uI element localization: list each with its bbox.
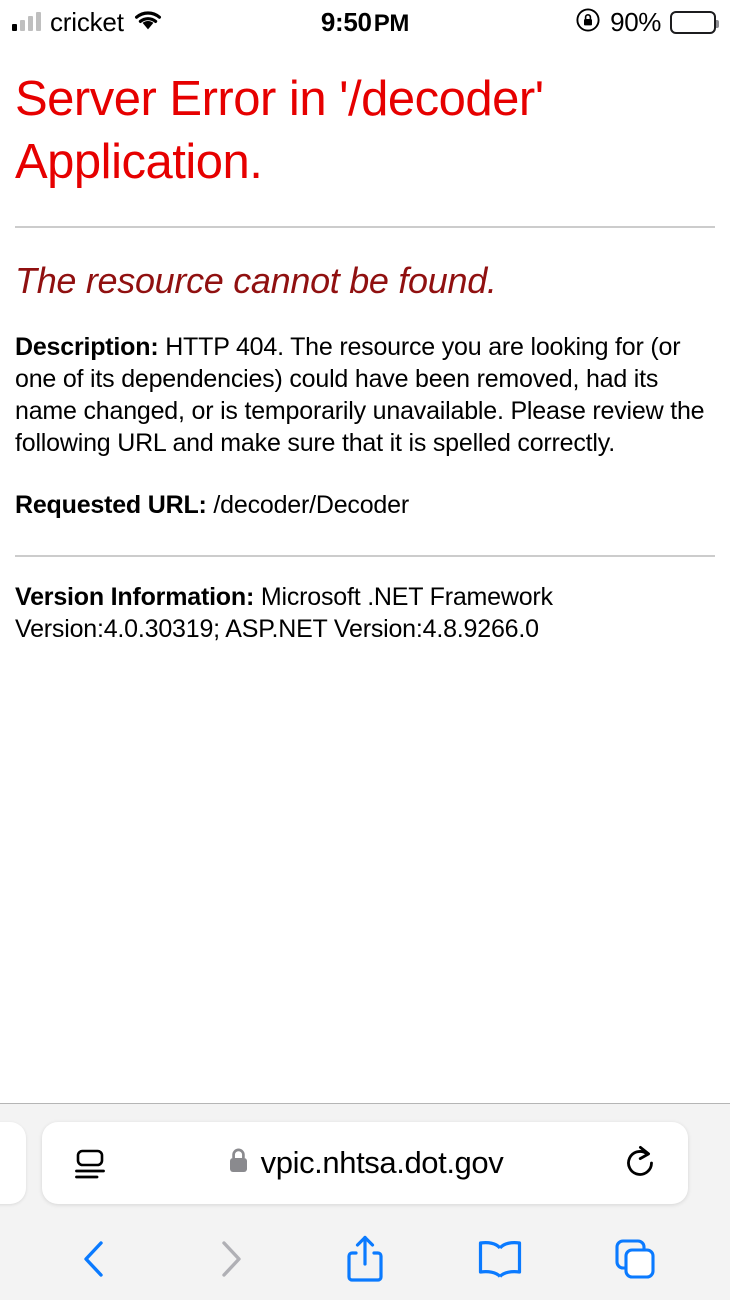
share-icon (343, 1233, 387, 1290)
version-information-label: Version Information: (15, 583, 255, 612)
error-subtitle: The resource cannot be found. (15, 260, 497, 302)
status-bar-left: cricket (0, 7, 250, 38)
forward-button[interactable] (187, 1230, 273, 1292)
iphone-safari-screen: cricket 9:50PM 90% Server Error in '/dec… (0, 0, 730, 1300)
wifi-icon (133, 9, 163, 36)
web-page-content: Server Error in '/decoder' Application. … (0, 44, 730, 1103)
battery-percent-label: 90% (610, 6, 661, 37)
back-button[interactable] (52, 1230, 138, 1292)
tabs-icon (612, 1236, 658, 1287)
description-label: Description: (15, 333, 159, 362)
share-button[interactable] (322, 1230, 408, 1292)
bookmarks-button[interactable] (457, 1230, 543, 1292)
requested-url-block: Requested URL: /decoder/Decoder (15, 489, 715, 521)
reload-icon[interactable] (614, 1144, 666, 1182)
tabs-button[interactable] (592, 1230, 678, 1292)
requested-url-label: Requested URL: (15, 491, 207, 520)
status-bar: cricket 9:50PM 90% (0, 0, 730, 44)
requested-url-value: /decoder/Decoder (206, 491, 409, 520)
adjacent-tab-card[interactable] (0, 1122, 26, 1204)
bookmarks-book-icon (475, 1237, 525, 1286)
description-block: Description: HTTP 404. The resource you … (15, 331, 715, 459)
divider-bottom (15, 555, 715, 558)
address-bar[interactable]: vpic.nhtsa.dot.gov (42, 1122, 688, 1204)
back-chevron-icon (75, 1236, 115, 1287)
lock-icon (227, 1147, 250, 1179)
forward-chevron-icon (210, 1236, 250, 1287)
clock-ampm: PM (373, 9, 410, 37)
status-bar-clock: 9:50PM (250, 7, 480, 38)
signal-bars-icon (12, 12, 41, 31)
browser-toolbar (0, 1222, 730, 1300)
battery-icon (670, 10, 719, 34)
divider-top (15, 226, 715, 229)
clock-time: 9:50 (320, 6, 372, 37)
status-bar-right: 90% (480, 7, 730, 38)
address-bar-center[interactable]: vpic.nhtsa.dot.gov (116, 1145, 614, 1181)
safari-browser-bar: vpic.nhtsa.dot.gov (0, 1103, 730, 1300)
version-information-block: Version Information: Microsoft .NET Fram… (15, 581, 715, 645)
page-title: Server Error in '/decoder' Application. (15, 72, 544, 189)
carrier-label: cricket (50, 6, 124, 37)
page-settings-icon[interactable] (64, 1144, 116, 1182)
rotation-lock-icon (575, 7, 601, 38)
url-text: vpic.nhtsa.dot.gov (260, 1145, 504, 1180)
tab-row: vpic.nhtsa.dot.gov (0, 1104, 730, 1222)
